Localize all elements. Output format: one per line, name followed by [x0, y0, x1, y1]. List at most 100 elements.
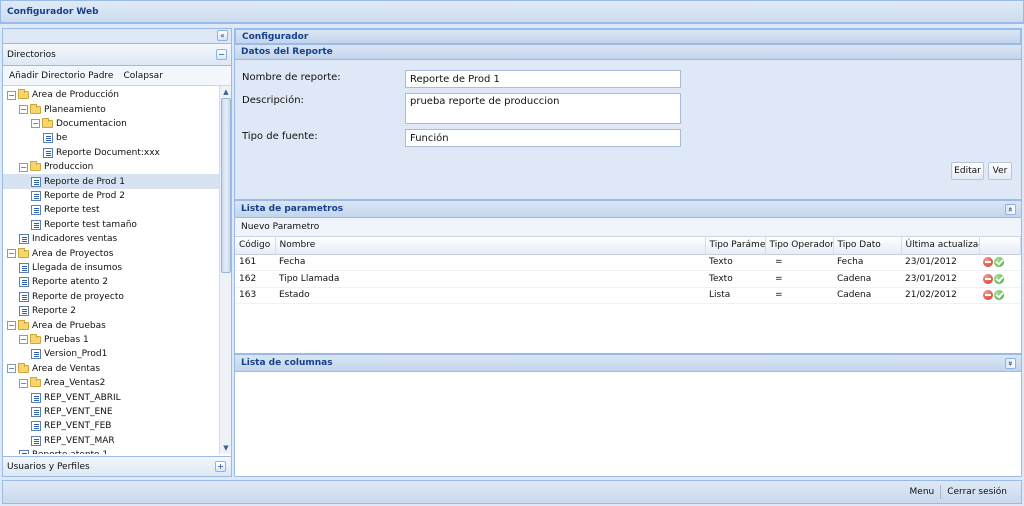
tree-expander-icon[interactable]: − [31, 119, 40, 129]
tree-node[interactable]: − Documentacion [3, 117, 219, 131]
tree-node[interactable]: REP_VENT_ENE [3, 405, 219, 419]
fecha-cell: 23/01/2012 [901, 254, 979, 271]
column-header-codigo[interactable]: Código [235, 237, 276, 255]
tree-node[interactable]: − Area de Producción [3, 88, 219, 102]
tree-node[interactable]: Version_Prod1 [3, 347, 219, 361]
directorios-header[interactable]: Directorios − [3, 44, 231, 66]
ver-button[interactable]: Ver [988, 162, 1012, 180]
report-icon [19, 450, 29, 454]
tree-node-label: REP_VENT_ENE [44, 406, 113, 417]
table-row[interactable]: 161 Fecha Texto = Fecha 23/01/2012 [235, 254, 1021, 271]
tree-node[interactable]: − Area de Proyectos [3, 246, 219, 260]
descripcion-field[interactable]: prueba reporte de produccion [405, 93, 681, 124]
report-icon [19, 262, 29, 273]
menu-button[interactable]: Menu [904, 487, 941, 497]
tree-expander-icon[interactable]: − [19, 378, 28, 388]
actions-cell [979, 270, 1021, 288]
expand-usuarios-icon[interactable]: + [215, 461, 226, 472]
logout-button[interactable]: Cerrar sesión [941, 487, 1013, 497]
tree-node[interactable]: Reporte Document:xxx [3, 146, 219, 160]
editar-button[interactable]: Editar [951, 162, 984, 180]
column-header-tipo-parametro[interactable]: Tipo Parámetro [705, 237, 766, 255]
tipo-dato-cell: Fecha [833, 254, 901, 271]
expand-columnas-icon[interactable]: » [1005, 358, 1016, 369]
confirm-icon[interactable] [994, 273, 1004, 284]
tree-node[interactable]: − Area_Ventas2 [3, 376, 219, 390]
codigo-cell: 162 [235, 270, 275, 288]
tree-node-label: Documentacion [56, 118, 127, 129]
table-row[interactable]: 163 Estado Lista = Cadena 21/02/2012 [235, 287, 1021, 304]
tree-node-label: Version_Prod1 [44, 349, 108, 360]
tree-expander-icon[interactable]: − [7, 249, 16, 259]
nombre-reporte-field[interactable] [405, 70, 681, 88]
tree-expander-icon[interactable]: − [19, 105, 28, 115]
tree-node[interactable]: REP_VENT_FEB [3, 419, 219, 433]
tipo-fuente-field[interactable] [405, 129, 681, 147]
tree-node[interactable]: Reporte atento 1 [3, 448, 219, 454]
folder-icon [30, 161, 41, 172]
tree-node-label: be [56, 133, 68, 144]
folder-icon [42, 117, 53, 128]
column-header-tipo-operador[interactable]: Tipo Operador [765, 237, 834, 255]
collapse-parametros-icon[interactable]: « [1005, 204, 1016, 215]
nombre-label: Nombre de reporte: [242, 72, 341, 83]
tree-node-label: Produccion [44, 162, 94, 173]
tree-node-label: Reporte test [44, 205, 100, 216]
report-icon [31, 406, 41, 417]
nombre-cell: Estado [275, 287, 705, 304]
scrollbar-thumb[interactable] [221, 98, 231, 273]
delete-icon[interactable] [983, 273, 993, 284]
column-header-ultima-actualizacion[interactable]: Última actualización [901, 237, 980, 255]
tree-node[interactable]: Llegada de insumos [3, 261, 219, 275]
column-header-tipo-dato[interactable]: Tipo Dato [833, 237, 902, 255]
delete-icon[interactable] [983, 290, 993, 300]
delete-icon[interactable] [983, 257, 993, 267]
tree-node-label: Reporte atento 2 [32, 277, 109, 288]
tree-node[interactable]: − Produccion [3, 160, 219, 174]
tree-expander-icon[interactable]: − [7, 90, 16, 100]
tree-expander-icon[interactable]: − [7, 364, 16, 374]
tree-node[interactable]: Reporte test [3, 203, 219, 217]
confirm-icon[interactable] [994, 257, 1004, 267]
tree-node[interactable]: REP_VENT_ABRIL [3, 390, 219, 404]
tree-expander-icon[interactable]: − [7, 321, 16, 331]
collapse-directorios-icon[interactable]: − [216, 49, 227, 60]
report-icon [31, 190, 41, 201]
tree-node[interactable]: be [3, 131, 219, 145]
tipo-fuente-label: Tipo de fuente: [242, 131, 318, 142]
tree-node[interactable]: Reporte de Prod 1 [3, 174, 219, 189]
tree-node[interactable]: − Pruebas 1 [3, 333, 219, 347]
tree-expander-icon[interactable]: − [19, 162, 28, 172]
tree-node-label: Planeamiento [44, 104, 106, 115]
tree-node[interactable]: − Area de Pruebas [3, 318, 219, 332]
confirm-icon[interactable] [994, 290, 1004, 300]
tree-node[interactable]: Reporte 2 [3, 304, 219, 318]
tree-node-label: Indicadores ventas [32, 234, 118, 245]
folder-icon [18, 319, 29, 330]
nuevo-parametro-button[interactable]: Nuevo Parametro [241, 222, 319, 232]
report-icon [31, 219, 41, 230]
usuarios-perfiles-header[interactable]: Usuarios y Perfiles + [3, 456, 231, 476]
collapse-sidebar-icon[interactable]: « [217, 30, 228, 41]
columnas-title: Lista de columnas [241, 358, 333, 368]
tree-node[interactable]: − Planeamiento [3, 102, 219, 116]
report-icon [31, 205, 41, 216]
tree-node[interactable]: − Area de Ventas [3, 362, 219, 376]
scroll-up-arrow-icon[interactable]: ▲ [221, 87, 231, 97]
codigo-cell: 161 [235, 254, 275, 271]
table-row[interactable]: 162 Tipo Llamada Texto = Cadena 23/01/2012 [235, 270, 1021, 288]
tipo-dato-cell: Cadena [833, 270, 901, 288]
tree-node[interactable]: Reporte test tamaño [3, 218, 219, 232]
collapse-all-button[interactable]: Colapsar [123, 71, 162, 81]
tree-node[interactable]: Reporte de proyecto [3, 290, 219, 304]
tree-scrollbar[interactable]: ▲ ▼ [219, 86, 231, 454]
tree-node[interactable]: REP_VENT_MAR [3, 434, 219, 448]
descripcion-label: Descripción: [242, 95, 304, 106]
tree-expander-icon[interactable]: − [19, 335, 28, 345]
add-parent-directory-button[interactable]: Añadir Directorio Padre [9, 71, 113, 81]
tree-node[interactable]: Reporte atento 2 [3, 275, 219, 289]
tree-node[interactable]: Reporte de Prod 2 [3, 189, 219, 203]
column-header-nombre[interactable]: Nombre [275, 237, 706, 255]
tree-node[interactable]: Indicadores ventas [3, 232, 219, 246]
scroll-down-arrow-icon[interactable]: ▼ [221, 443, 231, 453]
